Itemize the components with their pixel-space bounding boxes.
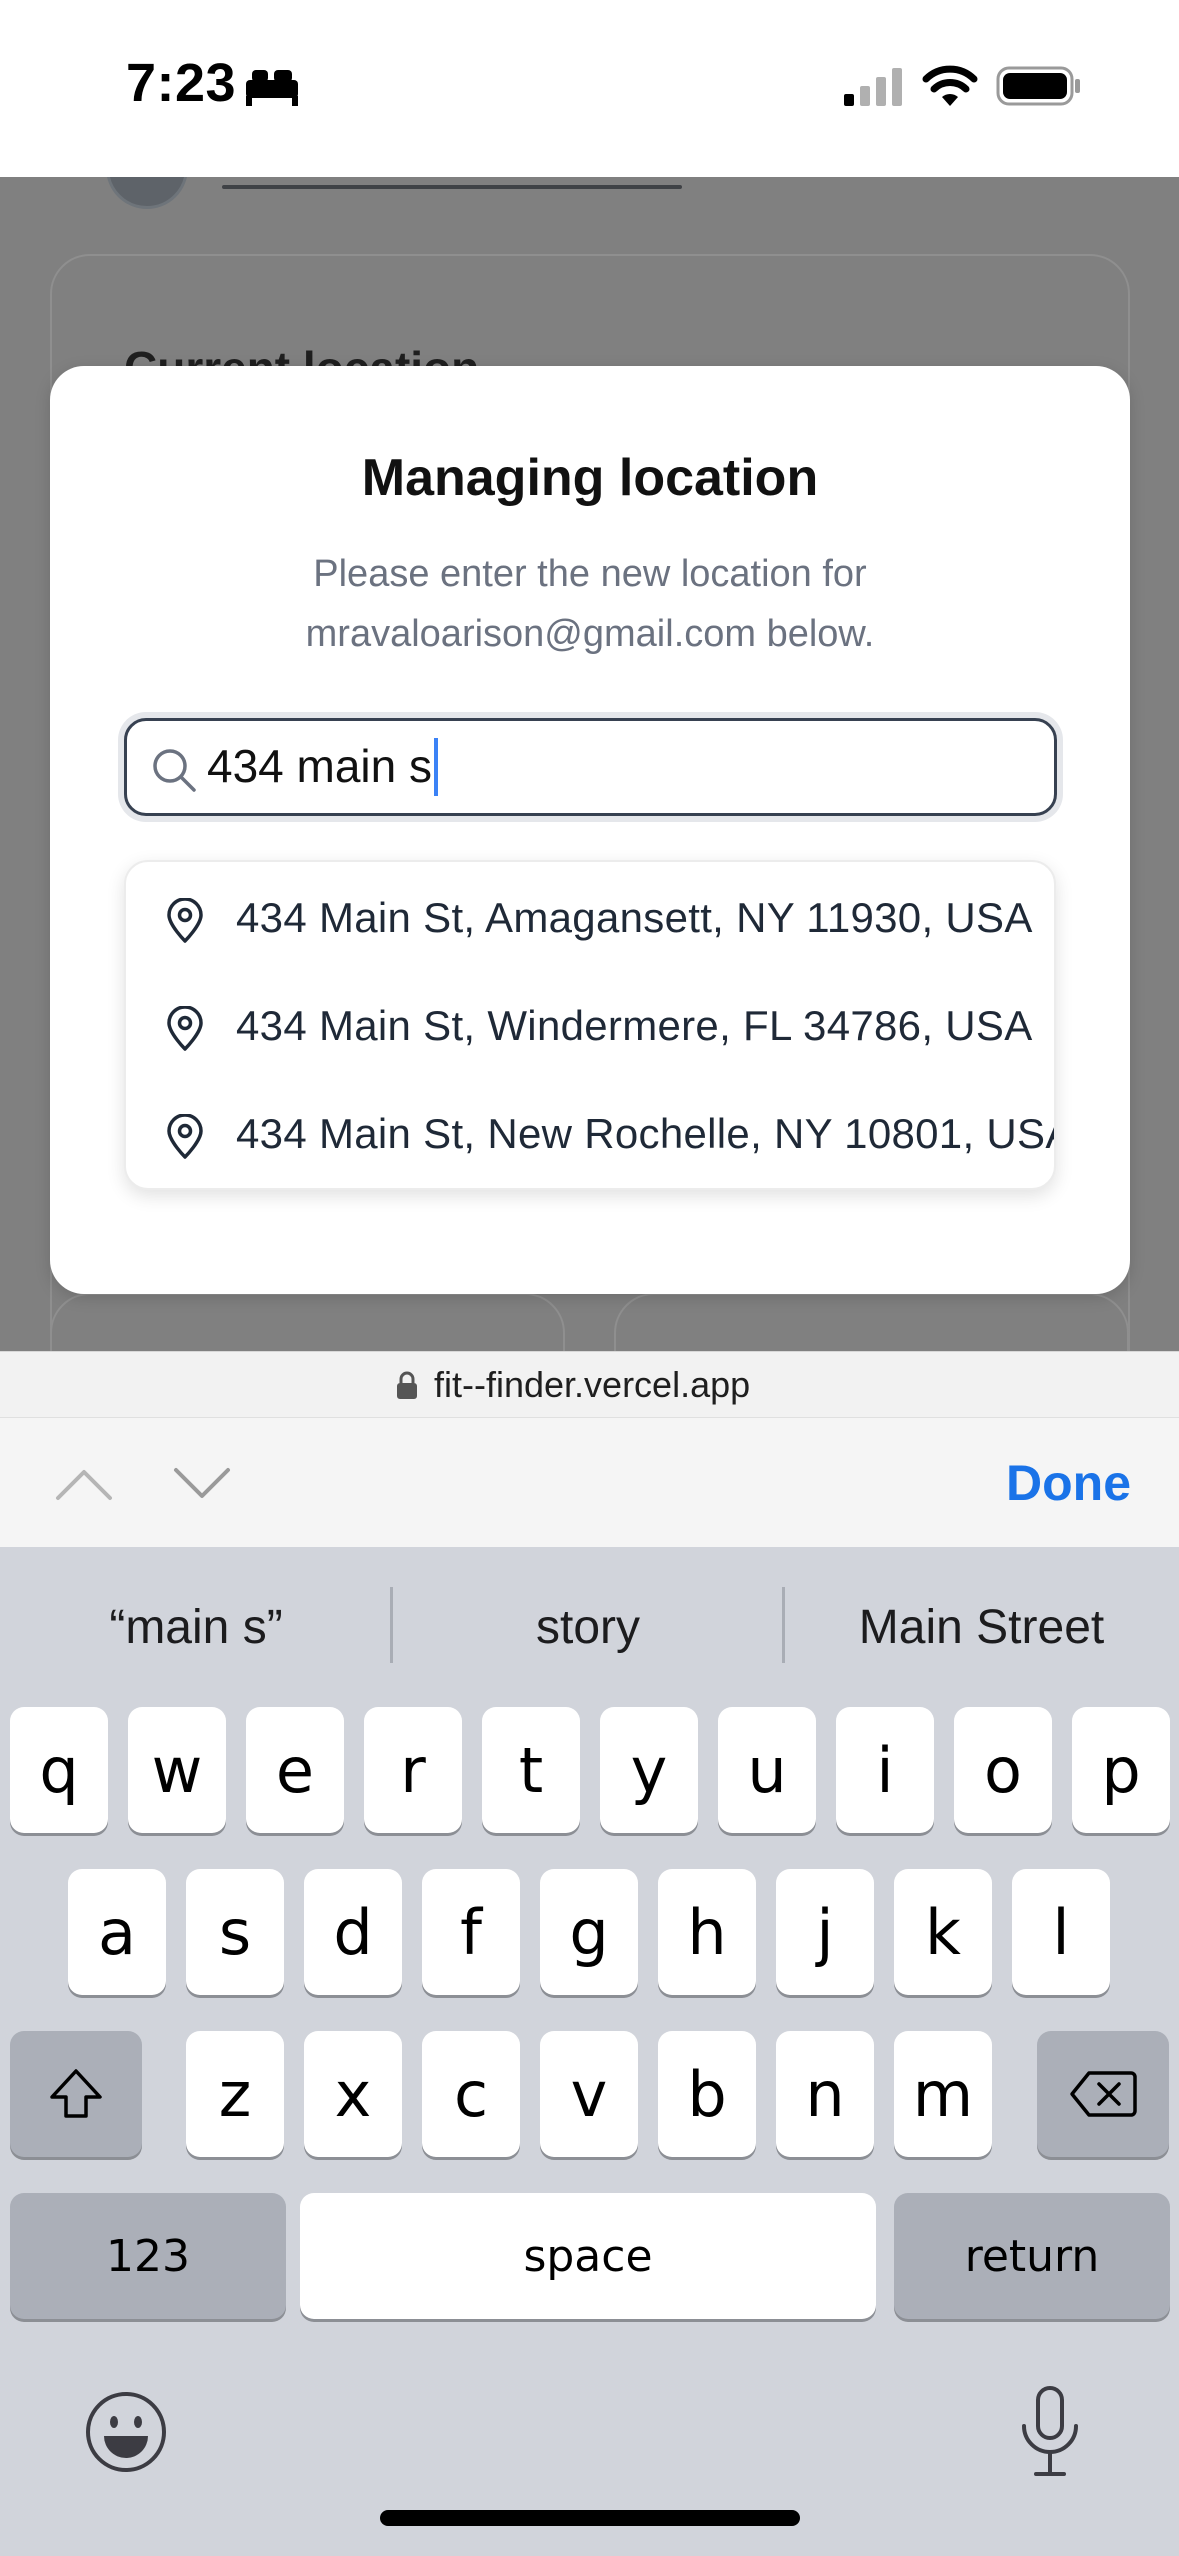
key-g[interactable]: g (540, 1869, 638, 1995)
battery-icon (996, 66, 1080, 106)
text-caret (434, 737, 439, 796)
bed-icon (246, 70, 298, 106)
done-button[interactable]: Done (1006, 1454, 1131, 1512)
return-key[interactable]: return (894, 2193, 1170, 2319)
location-search-input[interactable]: 434 main s (124, 718, 1057, 816)
modal-description-line2: mravaloarison@gmail.com below. (305, 613, 875, 655)
chevron-down-icon[interactable] (172, 1464, 232, 1504)
key-a[interactable]: a (68, 1869, 166, 1995)
cellular-signal-icon (844, 68, 902, 106)
key-n[interactable]: n (776, 2031, 874, 2157)
key-b[interactable]: b (658, 2031, 756, 2157)
bottom-card-left (50, 1293, 565, 1351)
key-k[interactable]: k (894, 1869, 992, 1995)
key-q[interactable]: q (10, 1707, 108, 1833)
key-u[interactable]: u (718, 1707, 816, 1833)
prediction-2[interactable]: story (392, 1547, 784, 1707)
wifi-icon (922, 65, 978, 106)
prediction-3[interactable]: Main Street (784, 1547, 1179, 1707)
delete-key[interactable] (1037, 2031, 1169, 2157)
suggestion-label: 434 Main St, Amagansett, NY 11930, USA (236, 894, 1033, 941)
onscreen-keyboard: “main s” story Main Street q w e r t y u… (0, 1547, 1179, 2556)
managing-location-modal: Managing location Please enter the new l… (50, 366, 1130, 1294)
key-d[interactable]: d (304, 1869, 402, 1995)
status-bar: 7:23 (0, 0, 1179, 177)
prediction-1[interactable]: “main s” (0, 1547, 392, 1707)
key-m[interactable]: m (894, 2031, 992, 2157)
space-key[interactable]: space (300, 2193, 876, 2319)
key-e[interactable]: e (246, 1707, 344, 1833)
profile-underline (222, 185, 682, 189)
key-x[interactable]: x (304, 2031, 402, 2157)
key-f[interactable]: f (422, 1869, 520, 1995)
shift-icon (50, 2069, 102, 2118)
key-j[interactable]: j (776, 1869, 874, 1995)
search-value-text: 434 main s (207, 740, 433, 792)
map-pin-icon (167, 898, 203, 943)
bottom-card-right (614, 1293, 1129, 1351)
suggestion-label: 434 Main St, New Rochelle, NY 10801, USA (236, 1110, 1056, 1157)
key-t[interactable]: t (482, 1707, 580, 1833)
key-p[interactable]: p (1072, 1707, 1170, 1833)
key-z[interactable]: z (186, 2031, 284, 2157)
key-i[interactable]: i (836, 1707, 934, 1833)
modal-title: Managing location (361, 449, 819, 507)
lock-icon (397, 1371, 417, 1399)
numbers-key[interactable]: 123 (10, 2193, 286, 2319)
chevron-up-icon[interactable] (54, 1464, 114, 1504)
suggestion-label: 434 Main St, Windermere, FL 34786, USA (236, 1002, 1033, 1049)
key-l[interactable]: l (1012, 1869, 1110, 1995)
map-pin-icon (167, 1006, 203, 1051)
emoji-icon[interactable] (84, 2390, 168, 2474)
suggestion-item[interactable]: 434 Main St, New Rochelle, NY 10801, USA (126, 1078, 1054, 1186)
search-value[interactable]: 434 main s (207, 737, 439, 799)
browser-address-bar[interactable]: fit--finder.vercel.app (0, 1351, 1179, 1417)
map-pin-icon (167, 1114, 203, 1159)
status-time: 7:23 (126, 53, 237, 113)
delete-icon (1070, 2071, 1137, 2117)
suggestion-item[interactable]: 434 Main St, Amagansett, NY 11930, USA (126, 862, 1054, 970)
suggestion-item[interactable]: 434 Main St, Windermere, FL 34786, USA (126, 970, 1054, 1078)
avatar (106, 177, 188, 209)
key-h[interactable]: h (658, 1869, 756, 1995)
modal-description-line1: Please enter the new location for (313, 553, 867, 595)
microphone-icon[interactable] (1018, 2386, 1082, 2478)
modal-description: Please enter the new location for mraval… (50, 544, 1130, 664)
shift-key[interactable] (10, 2031, 142, 2157)
home-indicator[interactable] (380, 2510, 800, 2526)
key-v[interactable]: v (540, 2031, 638, 2157)
search-icon (153, 749, 196, 792)
key-s[interactable]: s (186, 1869, 284, 1995)
form-navigation-toolbar: Done (0, 1417, 1179, 1547)
key-c[interactable]: c (422, 2031, 520, 2157)
key-w[interactable]: w (128, 1707, 226, 1833)
key-o[interactable]: o (954, 1707, 1052, 1833)
browser-url[interactable]: fit--finder.vercel.app (434, 1364, 750, 1406)
location-search-focus-ring: 434 main s (118, 712, 1063, 822)
key-y[interactable]: y (600, 1707, 698, 1833)
address-suggestions: 434 Main St, Amagansett, NY 11930, USA 4… (124, 860, 1056, 1190)
key-r[interactable]: r (364, 1707, 462, 1833)
